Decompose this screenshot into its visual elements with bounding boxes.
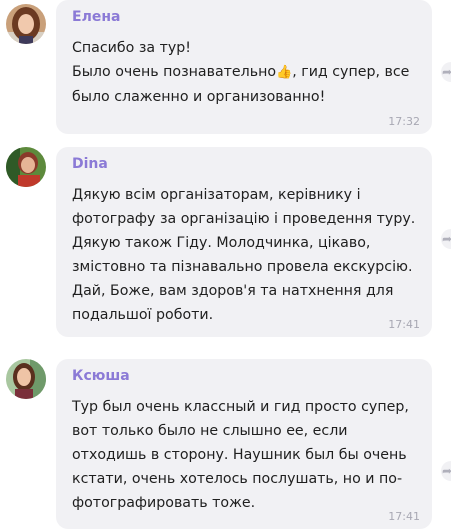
message-time: 17:41 bbox=[388, 510, 420, 523]
thumbs-up-icon: 👍 bbox=[276, 65, 293, 80]
message-line-part: , гид супер, все bbox=[292, 64, 410, 80]
message-author[interactable]: Елена bbox=[72, 8, 418, 26]
message-text: Спасибо за тур! Было очень познавательно… bbox=[72, 36, 418, 109]
avatar[interactable] bbox=[6, 359, 46, 399]
avatar-photo-icon bbox=[6, 4, 46, 44]
message-author[interactable]: Dina bbox=[72, 155, 418, 173]
message-line-part: Было очень познавательно bbox=[72, 64, 277, 80]
message-text: Тур был очень классный и гид просто супе… bbox=[72, 399, 409, 511]
message-line: было слаженно и организованно! bbox=[72, 89, 326, 105]
message-text: Дякую всім організаторам, керівнику і фо… bbox=[72, 187, 416, 323]
share-icon: ➦ bbox=[441, 464, 451, 478]
avatar[interactable] bbox=[6, 147, 46, 187]
share-icon: ➦ bbox=[441, 232, 451, 246]
message-time: 17:41 bbox=[388, 318, 420, 331]
avatar[interactable] bbox=[6, 4, 46, 44]
message-line: Было очень познавательно👍, гид супер, вс… bbox=[72, 60, 418, 85]
share-icon: ➦ bbox=[441, 65, 451, 79]
avatar-photo-icon bbox=[6, 147, 46, 187]
message-author[interactable]: Ксюша bbox=[72, 367, 418, 385]
message-time: 17:32 bbox=[388, 115, 420, 128]
share-button[interactable]: ➦ bbox=[441, 62, 451, 82]
message-line: Спасибо за тур! bbox=[72, 40, 191, 56]
avatar-photo-icon bbox=[6, 359, 46, 399]
message-bubble: Dina Дякую всім організаторам, керівнику… bbox=[56, 147, 432, 337]
share-button[interactable]: ➦ bbox=[441, 461, 451, 481]
message-bubble: Елена Спасибо за тур! Было очень познава… bbox=[56, 0, 432, 134]
share-button[interactable]: ➦ bbox=[441, 229, 451, 249]
message-bubble: Ксюша Тур был очень классный и гид прост… bbox=[56, 359, 432, 529]
